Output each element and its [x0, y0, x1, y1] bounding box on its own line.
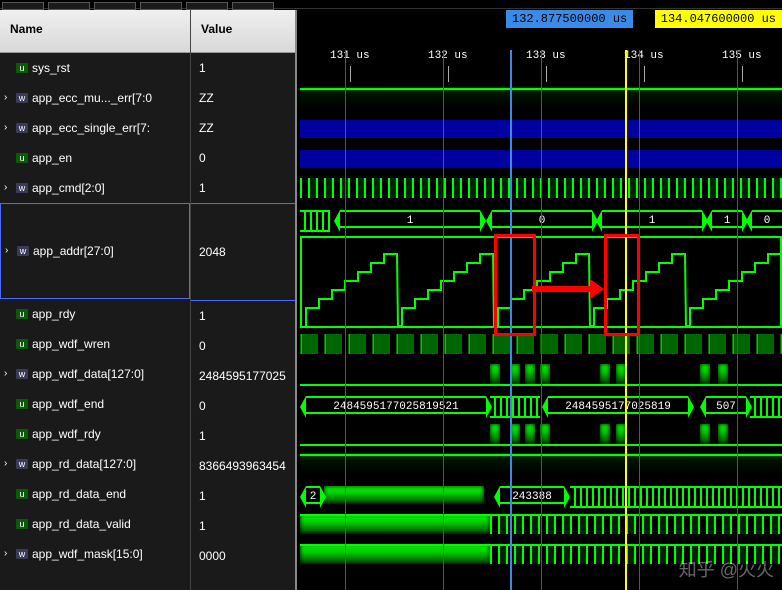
annotation-arrow-icon [532, 286, 590, 292]
signal-label: app_wdf_mask[15:0] [32, 539, 143, 569]
signal-value-app_ecc_single_err[7:[interactable]: ZZ [191, 113, 295, 143]
cursor-blue-label[interactable]: 132.877500000 us [506, 10, 633, 28]
signal-type-icon: w [16, 123, 28, 133]
signal-type-icon: u [16, 489, 28, 499]
signal-value-sys_rst[interactable]: 1 [191, 53, 295, 83]
bus-value: 0 [752, 210, 782, 228]
signal-type-icon: u [16, 519, 28, 529]
signal-label: app_wdf_wren [32, 329, 110, 359]
signal-value-app_wdf_end[interactable]: 0 [191, 391, 295, 421]
signal-type-icon: u [16, 399, 28, 409]
expand-arrow-icon[interactable]: › [4, 83, 12, 113]
signal-name-app_rd_data[127:0][interactable]: › w app_rd_data[127:0] [0, 449, 190, 479]
waveform-pane[interactable]: 134.047600000 us 132.877500000 us 131 us… [300, 10, 782, 590]
bus-value: 1 [602, 210, 702, 228]
gridline [737, 50, 738, 590]
name-column: Name usys_rst›wapp_ecc_mu..._err[7:0›wap… [0, 10, 191, 590]
annotation-box-1 [494, 234, 536, 336]
signal-label: app_wdf_end [32, 389, 104, 419]
ruler-tick: 132 us [428, 50, 468, 62]
signal-label: app_wdf_rdy [32, 419, 101, 449]
expand-arrow-icon[interactable]: › [4, 173, 12, 203]
signal-type-icon: u [16, 429, 28, 439]
signal-label: app_cmd[2:0] [32, 173, 105, 203]
ruler-tick: 135 us [722, 50, 762, 62]
signal-value-app_rd_data_valid[interactable]: 1 [191, 511, 295, 541]
signal-name-app_rd_data_valid[interactable]: u app_rd_data_valid [0, 509, 190, 539]
expand-arrow-icon[interactable]: › [4, 539, 12, 569]
cursor-yellow-label[interactable]: 134.047600000 us [655, 10, 782, 28]
signal-value-app_rdy[interactable]: 1 [191, 301, 295, 331]
signal-label: app_ecc_single_err[7: [32, 113, 150, 143]
bus-value: 1 [340, 210, 480, 228]
signal-value-app_ecc_mu..._err[7:0[interactable]: ZZ [191, 83, 295, 113]
signal-label: app_rdy [32, 299, 75, 329]
signal-name-app_ecc_single_err[7:[interactable]: › w app_ecc_single_err[7: [0, 113, 190, 143]
signal-value-app_wdf_mask[15:0][interactable]: 0000 [191, 541, 295, 571]
signal-label: app_ecc_mu..._err[7:0 [32, 83, 152, 113]
signal-value-app_wdf_rdy[interactable]: 1 [191, 421, 295, 451]
gridline [541, 50, 542, 590]
signal-name-app_wdf_data[127:0][interactable]: › w app_wdf_data[127:0] [0, 359, 190, 389]
signal-type-icon: w [16, 183, 28, 193]
bus-value: 2484595177025819 [548, 396, 688, 414]
signal-name-app_ecc_mu..._err[7:0[interactable]: › w app_ecc_mu..._err[7:0 [0, 83, 190, 113]
ruler-tick: 131 us [330, 50, 370, 62]
signal-type-icon: u [16, 339, 28, 349]
signal-type-icon: u [16, 309, 28, 319]
signal-name-app_wdf_end[interactable]: u app_wdf_end [0, 389, 190, 419]
expand-arrow-icon[interactable]: › [5, 203, 13, 299]
signal-value-app_addr[27:0][interactable]: 2048 [191, 203, 295, 301]
signal-value-app_wdf_data[127:0][interactable]: 2484595177025 [191, 361, 295, 391]
gridline [345, 50, 346, 590]
signal-label: app_en [32, 143, 72, 173]
signal-name-app_wdf_mask[15:0][interactable]: › w app_wdf_mask[15:0] [0, 539, 190, 569]
signal-label: app_addr[27:0] [33, 203, 114, 299]
annotation-box-2 [604, 234, 640, 336]
expand-arrow-icon[interactable]: › [4, 113, 12, 143]
signal-type-icon: w [16, 369, 28, 379]
signal-label: app_wdf_data[127:0] [32, 359, 144, 389]
expand-arrow-icon[interactable]: › [4, 449, 12, 479]
signal-name-app_cmd[2:0][interactable]: › w app_cmd[2:0] [0, 173, 190, 203]
signal-label: sys_rst [32, 53, 70, 83]
signal-value-app_cmd[2:0][interactable]: 1 [191, 173, 295, 203]
gridline [443, 50, 444, 590]
top-bar [0, 0, 782, 9]
signal-value-app_rd_data[127:0][interactable]: 8366493963454 [191, 451, 295, 481]
signal-label: app_rd_data_end [32, 479, 126, 509]
left-pane[interactable]: Name usys_rst›wapp_ecc_mu..._err[7:0›wap… [0, 10, 297, 590]
signal-type-icon: w [16, 549, 28, 559]
signal-name-app_wdf_wren[interactable]: u app_wdf_wren [0, 329, 190, 359]
value-column: Value 1ZZZZ01204810248459517702501836649… [191, 10, 295, 590]
signal-type-icon: u [16, 153, 28, 163]
signal-name-app_en[interactable]: u app_en [0, 143, 190, 173]
signal-value-app_wdf_wren[interactable]: 0 [191, 331, 295, 361]
name-header[interactable]: Name [0, 10, 190, 53]
signal-type-icon: u [16, 63, 28, 73]
bus-value: 2 [306, 486, 320, 504]
signal-value-app_rd_data_end[interactable]: 1 [191, 481, 295, 511]
signal-name-sys_rst[interactable]: u sys_rst [0, 53, 190, 83]
value-header[interactable]: Value [191, 10, 295, 53]
signal-label: app_rd_data[127:0] [32, 449, 136, 479]
expand-arrow-icon[interactable]: › [4, 359, 12, 389]
ruler-tick: 133 us [526, 50, 566, 62]
ruler-tick: 134 us [624, 50, 664, 62]
signal-value-app_en[interactable]: 0 [191, 143, 295, 173]
bus-value: 2484595177025819521 [306, 396, 486, 414]
signal-label: app_rd_data_valid [32, 509, 131, 539]
signal-type-icon: w [16, 93, 28, 103]
bus-value: 507 [706, 396, 746, 414]
signal-name-app_rd_data_end[interactable]: u app_rd_data_end [0, 479, 190, 509]
signal-type-icon: w [17, 246, 29, 256]
watermark: 知乎 @火火 [679, 556, 774, 582]
signal-name-app_wdf_rdy[interactable]: u app_wdf_rdy [0, 419, 190, 449]
signal-name-app_rdy[interactable]: u app_rdy [0, 299, 190, 329]
signal-type-icon: w [16, 459, 28, 469]
bus-value: 0 [492, 210, 592, 228]
signal-name-app_addr[27:0][interactable]: › w app_addr[27:0] [0, 203, 190, 299]
